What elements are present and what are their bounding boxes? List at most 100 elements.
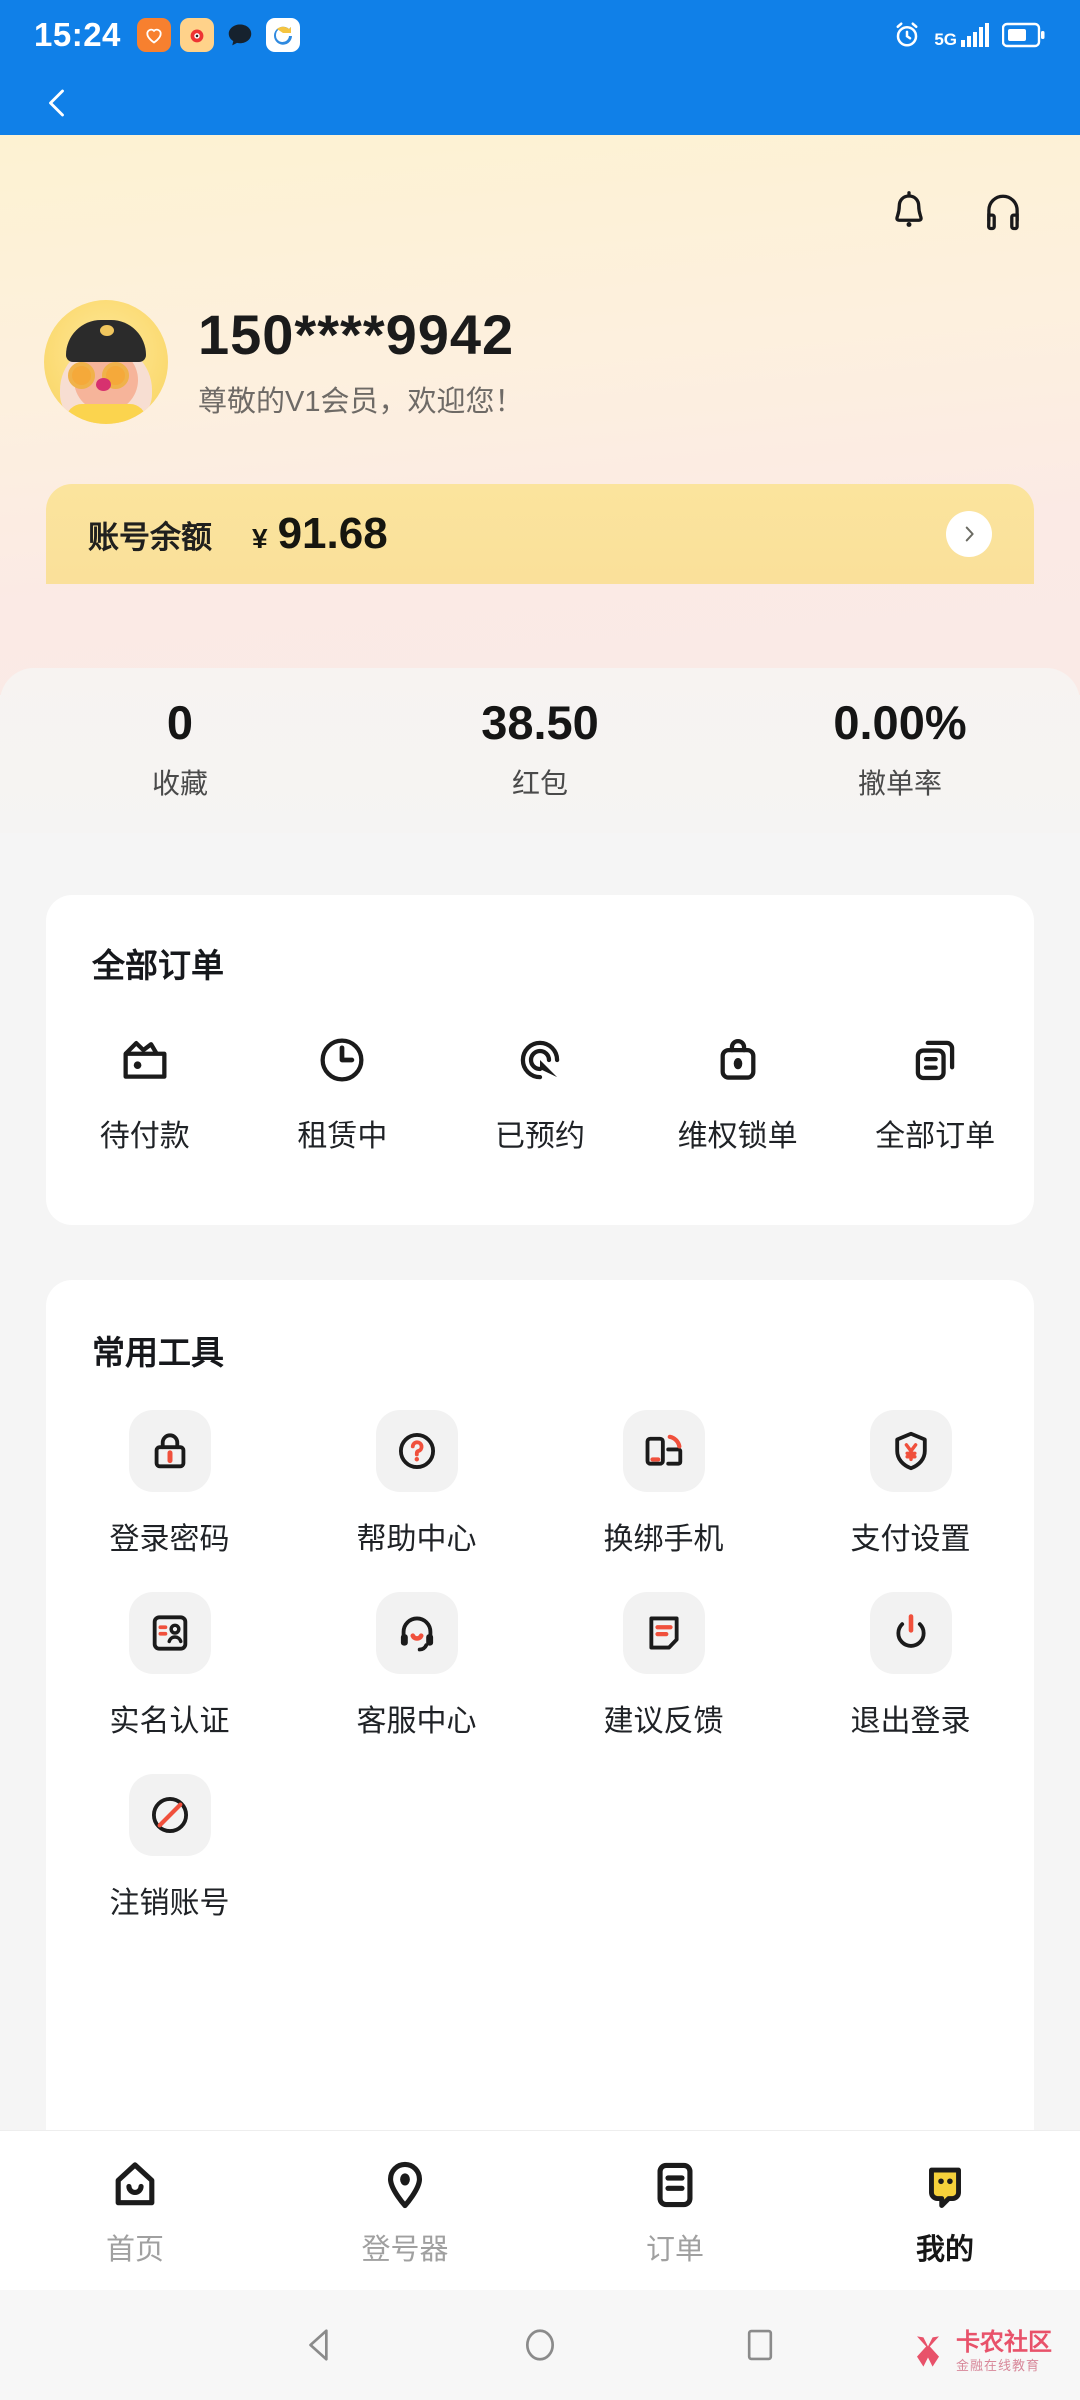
watermark-text: 卡农社区 金融在线教育: [956, 2330, 1052, 2374]
square-recents-icon[interactable]: [650, 2326, 870, 2364]
nav-item-label: 登号器: [361, 2233, 449, 2266]
stat-favorites[interactable]: 0 收藏: [0, 699, 360, 802]
headset-support-icon: [375, 1592, 458, 1674]
profile-block[interactable]: 150****9942 尊敬的V1会员，欢迎您！: [44, 300, 523, 424]
chevron-right-icon[interactable]: [946, 511, 992, 557]
watermark-subtitle: 金融在线教育: [956, 2358, 1041, 2373]
stat-cancel-rate[interactable]: 0.00% 撤单率: [720, 699, 1080, 802]
stat-label: 红包: [511, 768, 568, 799]
stat-value: 0.00%: [833, 696, 967, 749]
order-item-renting[interactable]: 租赁中: [244, 1031, 442, 1155]
nav-item-orders[interactable]: 订单: [540, 2154, 810, 2268]
alarm-icon: [892, 20, 922, 50]
bottom-navigation: 首页 登号器 订单 我的: [0, 2130, 1080, 2290]
avatar-glasses-left: [68, 362, 95, 389]
nav-item-label: 首页: [105, 2233, 164, 2266]
chat-bubble-icon: [223, 18, 257, 52]
tool-item-label: 支付设置: [850, 1523, 971, 1556]
tool-item-label: 建议反馈: [603, 1705, 724, 1738]
circle-home-icon[interactable]: [430, 2326, 650, 2364]
order-item-label: 待付款: [99, 1120, 190, 1153]
power-icon: [869, 1592, 952, 1674]
clock-icon: [315, 1031, 369, 1089]
watermark-title: 卡农社区: [956, 2328, 1052, 2356]
order-item-all-orders[interactable]: 全部订单: [836, 1031, 1034, 1155]
tool-item-delete-account[interactable]: 注销账号: [46, 1774, 293, 1922]
balance-amount: 91.68: [277, 509, 388, 558]
no-entry-icon: [128, 1774, 211, 1856]
nav-item-profile[interactable]: 我的: [810, 2154, 1080, 2268]
nav-item-label: 我的: [915, 2233, 974, 2266]
headset-icon[interactable]: [981, 190, 1025, 238]
signal-5g-icon: 5G: [934, 22, 990, 48]
tool-item-label: 注销账号: [109, 1887, 230, 1920]
order-item-reserved[interactable]: 已预约: [441, 1031, 639, 1155]
id-card-icon: [128, 1592, 211, 1674]
orders-card: 全部订单 待付款 租赁中 已预约 维权锁单 全部订单: [46, 895, 1034, 1225]
phone-swap-icon: [622, 1410, 705, 1492]
user-phone-number: 150****9942: [198, 302, 515, 366]
tool-item-feedback[interactable]: 建议反馈: [540, 1592, 787, 1740]
tools-card-title: 常用工具: [92, 1334, 224, 1371]
avatar[interactable]: [44, 300, 168, 424]
header-action-icons: [887, 190, 1025, 238]
order-item-label: 已预约: [494, 1120, 585, 1153]
triangle-back-icon[interactable]: [210, 2326, 430, 2364]
avatar-hat: [66, 320, 146, 362]
avatar-mouth: [96, 378, 111, 391]
profile-face-icon: [917, 2154, 973, 2216]
status-right-icons: 5G: [892, 20, 1046, 50]
status-bar: 15:24 5G: [0, 0, 1080, 70]
weibo-icon: [179, 18, 214, 52]
tool-item-login-password[interactable]: 登录密码: [46, 1410, 293, 1558]
watermark: 卡农社区 金融在线教育: [906, 2330, 1052, 2374]
stat-label: 收藏: [151, 768, 208, 799]
order-item-pending-payment[interactable]: 待付款: [46, 1031, 244, 1155]
home-icon: [107, 2154, 163, 2216]
battery-icon: [1002, 22, 1046, 48]
nav-item-home[interactable]: 首页: [0, 2154, 270, 2268]
orders-grid: 待付款 租赁中 已预约 维权锁单 全部订单: [46, 1031, 1034, 1155]
tool-item-payment-settings[interactable]: 支付设置: [787, 1410, 1034, 1558]
tool-item-change-phone[interactable]: 换绑手机: [540, 1410, 787, 1558]
wallet-icon: [118, 1031, 172, 1089]
tool-item-label: 退出登录: [850, 1705, 971, 1738]
tool-item-help-center[interactable]: 帮助中心: [293, 1410, 540, 1558]
heart-app-icon: [136, 18, 171, 52]
stat-value: 38.50: [481, 696, 599, 749]
tool-item-logout[interactable]: 退出登录: [787, 1592, 1034, 1740]
top-navigation-bar: [0, 70, 1080, 135]
currency-symbol: ¥: [252, 523, 268, 554]
target-swirl-icon: [513, 1031, 567, 1089]
tool-item-label: 帮助中心: [356, 1523, 477, 1556]
question-circle-icon: [375, 1410, 458, 1492]
tool-item-real-name-verify[interactable]: 实名认证: [46, 1592, 293, 1740]
member-welcome-text: 尊敬的V1会员，欢迎您！: [198, 386, 524, 419]
lock-bag-icon: [711, 1031, 765, 1089]
tool-item-customer-service[interactable]: 客服中心: [293, 1592, 540, 1740]
tool-item-label: 客服中心: [356, 1705, 477, 1738]
tool-item-label: 登录密码: [109, 1523, 230, 1556]
back-chevron-icon[interactable]: [40, 85, 76, 121]
account-balance-card[interactable]: 账号余额 ¥ 91.68: [46, 484, 1034, 584]
balance-amount-group: ¥ 91.68: [252, 509, 388, 559]
status-time: 15:24: [34, 16, 121, 53]
browser-icon: [265, 18, 300, 52]
bell-icon[interactable]: [887, 190, 931, 238]
nav-item-label: 订单: [645, 2233, 704, 2266]
lock-icon: [128, 1410, 211, 1492]
documents-icon: [908, 1031, 962, 1089]
order-item-label: 全部订单: [875, 1120, 996, 1153]
tool-item-label: 实名认证: [109, 1705, 230, 1738]
system-navigation-bar: 卡农社区 金融在线教育: [0, 2290, 1080, 2400]
order-item-locked-dispute[interactable]: 维权锁单: [639, 1031, 837, 1155]
avatar-body: [66, 404, 146, 424]
order-item-label: 租赁中: [297, 1120, 388, 1153]
stat-redpacket[interactable]: 38.50 红包: [360, 699, 720, 802]
profile-header: 150****9942 尊敬的V1会员，欢迎您！: [0, 135, 1080, 695]
nav-item-account-launcher[interactable]: 登号器: [270, 2154, 540, 2268]
network-type-label: 5G: [934, 30, 957, 49]
shield-yen-icon: [869, 1410, 952, 1492]
orders-card-title: 全部订单: [92, 947, 224, 984]
stats-strip: 0 收藏 38.50 红包 0.00% 撤单率: [0, 668, 1080, 833]
